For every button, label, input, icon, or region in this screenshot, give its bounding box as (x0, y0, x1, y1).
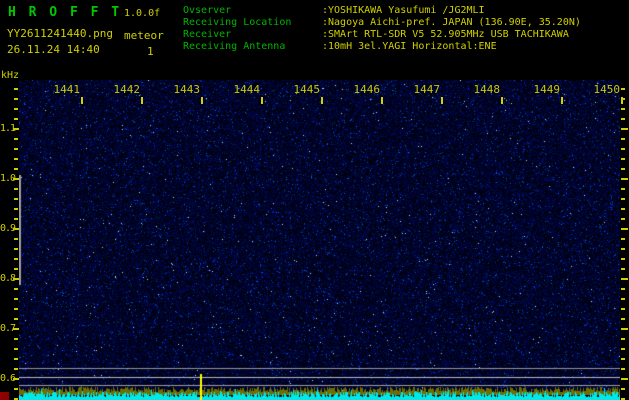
freq-tick-minor (621, 188, 625, 190)
freq-tick-minor (14, 98, 18, 100)
freq-tick-minor (621, 348, 625, 350)
station-info-label: Receiving Antenna (183, 41, 286, 52)
station-info-value: :SMArt RTL-SDR V5 52.905MHz USB TACHIKAW… (322, 29, 569, 40)
freq-tick-minor (621, 268, 625, 270)
freq-tick-minor (14, 118, 18, 120)
station-info-row: Receiving Location :Nagoya Aichi-pref. JA… (183, 17, 581, 29)
freq-tick-minor (14, 258, 18, 260)
freq-tick-minor (621, 148, 625, 150)
freq-tick-minor (621, 158, 625, 160)
count-value: 1 (147, 45, 154, 58)
observation-datetime: 26.11.24 14:40 (7, 43, 100, 56)
spectrogram-canvas (19, 80, 620, 400)
freq-tick-minor (621, 168, 625, 170)
freq-tick-minor (14, 108, 18, 110)
station-info-label: Ovserver (183, 5, 232, 16)
freq-tick-minor (621, 88, 625, 90)
freq-tick-minor (14, 348, 18, 350)
freq-tick-minor (621, 208, 625, 210)
freq-tick-minor (14, 298, 18, 300)
output-filename: YY2611241440.png (7, 27, 113, 40)
freq-tick-minor (14, 158, 18, 160)
station-info-row: Receiver :SMArt RTL-SDR V5 52.905MHz USB … (183, 29, 581, 41)
freq-tick-minor (621, 248, 625, 250)
freq-tick-minor (621, 288, 625, 290)
station-info: Ovserver:YOSHIKAWA Yasufumi /JG2MLI Recei… (183, 5, 581, 53)
freq-tick-minor (14, 288, 18, 290)
freq-tick-label: 0.6 (0, 373, 16, 384)
freq-tick-label: 1.1 (0, 123, 16, 134)
freq-tick-minor (621, 368, 625, 370)
freq-tick-major (621, 228, 628, 230)
freq-tick-minor (14, 188, 18, 190)
freq-tick-label: 1.0 (0, 173, 16, 184)
freq-tick-major (621, 178, 628, 180)
freq-tick-major (621, 278, 628, 280)
app-version: 1.0.0f (124, 8, 161, 19)
freq-tick-minor (621, 198, 625, 200)
freq-tick-minor (621, 238, 625, 240)
freq-tick-minor (621, 118, 625, 120)
freq-tick-minor (621, 298, 625, 300)
freq-tick-minor (621, 218, 625, 220)
freq-tick-minor (621, 388, 625, 390)
freq-tick-label: 0.7 (0, 323, 16, 334)
mode-label: meteor (124, 29, 164, 42)
app-title: H R O F F T (8, 5, 122, 20)
station-info-value: :Nagoya Aichi-pref. JAPAN (136.90E, 35.2… (322, 17, 581, 28)
freq-tick-minor (621, 358, 625, 360)
freq-tick-minor (14, 198, 18, 200)
freq-tick-minor (621, 98, 625, 100)
freq-tick-label: 0.9 (0, 223, 16, 234)
freq-tick-minor (621, 258, 625, 260)
freq-tick-major (621, 328, 628, 330)
freq-tick-minor (621, 138, 625, 140)
freq-tick-minor (14, 248, 18, 250)
freq-tick-minor (14, 388, 18, 390)
station-info-value: :10mH 3el.YAGI Horizontal:ENE (322, 41, 497, 52)
freq-tick-minor (14, 168, 18, 170)
station-info-row: Receiving Antenna :10mH 3el.YAGI Horizont… (183, 41, 581, 53)
freq-tick-minor (14, 318, 18, 320)
freq-tick-minor (621, 108, 625, 110)
station-info-label: Receiving Location (183, 17, 292, 28)
station-info-value: :YOSHIKAWA Yasufumi /JG2MLI (322, 5, 485, 16)
freq-tick-minor (14, 238, 18, 240)
freq-tick-minor (14, 338, 18, 340)
freq-tick-minor (14, 368, 18, 370)
freq-tick-minor (621, 338, 625, 340)
freq-tick-minor (14, 218, 18, 220)
freq-tick-minor (14, 268, 18, 270)
freq-tick-minor (621, 308, 625, 310)
freq-tick-minor (14, 358, 18, 360)
freq-tick-minor (621, 318, 625, 320)
freq-tick-label: 0.8 (0, 273, 16, 284)
freq-tick-major (621, 378, 628, 380)
freq-tick-minor (14, 208, 18, 210)
freq-tick-minor (14, 308, 18, 310)
time-tick (621, 97, 623, 104)
freq-tick-minor (14, 88, 18, 90)
freq-tick-minor (14, 148, 18, 150)
level-indicator-red (0, 392, 9, 400)
station-info-row: Ovserver :YOSHIKAWA Yasufumi /JG2MLI (183, 5, 581, 17)
freq-tick-minor (14, 138, 18, 140)
freq-axis-unit: kHz (1, 70, 20, 81)
hrofft-screenshot: H R O F F T 1.0.0f YY2611241440.png mete… (0, 0, 629, 400)
station-info-label: Receiver (183, 29, 232, 40)
freq-tick-major (621, 128, 628, 130)
